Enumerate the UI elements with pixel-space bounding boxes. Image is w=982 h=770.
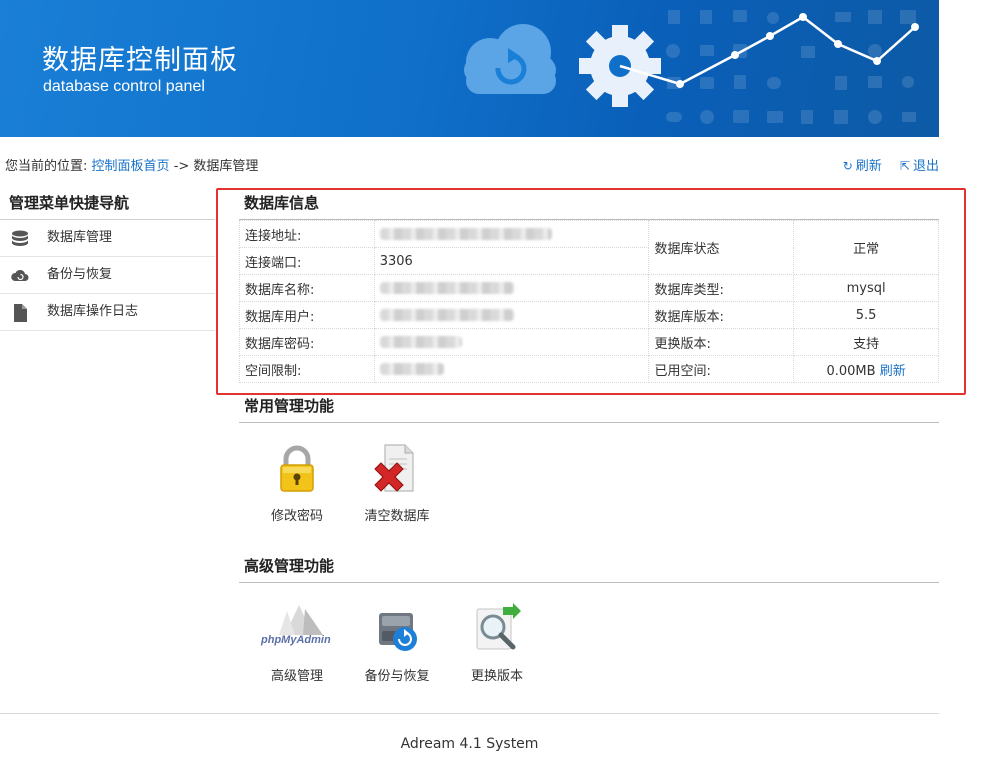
change-version-value: 支持 <box>793 328 939 356</box>
breadcrumb-home-link[interactable]: 控制面板首页 <box>92 159 170 174</box>
page-subtitle: database control panel <box>43 78 205 95</box>
database-icon <box>12 230 28 246</box>
used-space-cell: 0.00MB 刷新 <box>793 355 939 383</box>
sidebar-item-label: 备份与恢复 <box>47 267 113 282</box>
used-space-value: 0.00MB <box>826 363 876 379</box>
status-value: 正常 <box>793 220 939 275</box>
tool-label: 备份与恢复 <box>364 669 430 684</box>
logout-label: 退出 <box>912 159 939 174</box>
user-label: 数据库用户: <box>239 301 375 329</box>
logout-button[interactable]: ⇱ 退出 <box>900 159 939 174</box>
type-label: 数据库类型: <box>648 274 795 302</box>
phpmyadmin-logo-text: phpMyAdmin <box>260 634 331 646</box>
backup-restore-button[interactable]: 备份与恢复 <box>347 597 447 711</box>
redacted-bar <box>379 309 514 321</box>
phpmyadmin-button[interactable]: phpMyAdmin 高级管理 <box>247 597 347 711</box>
redacted-bar <box>379 336 462 348</box>
table-row: 数据库名称: 数据库类型: mysql <box>239 274 939 302</box>
banner-icon-grid <box>666 10 916 124</box>
sidebar: 管理菜单快捷导航 数据库管理 备份与恢复 数据库操作日志 <box>0 188 215 331</box>
sidebar-item-label: 数据库管理 <box>47 230 113 245</box>
table-row: 数据库密码: 更换版本: 支持 <box>239 328 939 356</box>
change-password-button[interactable]: 修改密码 <box>247 437 347 551</box>
cloud-sync-icon <box>464 24 556 94</box>
address-value-redacted <box>373 220 650 248</box>
port-value: 3306 <box>373 247 650 275</box>
footer-text: Adream 4.1 System <box>400 736 539 752</box>
change-version-button[interactable]: 更换版本 <box>447 597 547 711</box>
change-version-label: 更换版本: <box>648 328 795 356</box>
address-label: 连接地址: <box>239 220 375 248</box>
sidebar-item-database-management[interactable]: 数据库管理 <box>0 220 215 257</box>
used-space-label: 已用空间: <box>648 355 795 383</box>
clear-database-icon <box>374 444 414 492</box>
table-row: 数据库用户: 数据库版本: 5.5 <box>239 301 939 329</box>
redacted-bar <box>379 363 444 375</box>
db-info-title: 数据库信息 <box>239 188 939 220</box>
padlock-icon <box>280 445 314 492</box>
password-value-redacted <box>373 328 650 356</box>
phpmyadmin-icon: phpMyAdmin <box>260 605 331 646</box>
name-label: 数据库名称: <box>239 274 375 302</box>
used-space-refresh-link[interactable]: 刷新 <box>880 364 906 379</box>
type-value: mysql <box>793 274 939 302</box>
sidebar-item-backup-restore[interactable]: 备份与恢复 <box>0 257 215 294</box>
version-label: 数据库版本: <box>648 301 795 329</box>
logout-icon: ⇱ <box>899 159 910 173</box>
breadcrumb-separator: -> <box>173 159 190 174</box>
refresh-button[interactable]: ↻ 刷新 <box>843 159 882 174</box>
table-row: 连接地址: 数据库状态 正常 <box>239 220 939 275</box>
tool-label: 高级管理 <box>270 669 323 684</box>
name-value-redacted <box>373 274 650 302</box>
db-info-table: 连接地址: 数据库状态 正常 连接端口: 3306 数据库名称: 数据库类型: … <box>239 220 939 383</box>
common-functions-title: 常用管理功能 <box>239 391 939 423</box>
refresh-label: 刷新 <box>855 159 882 174</box>
common-functions-list: 修改密码 清空数据库 <box>239 423 939 551</box>
password-label: 数据库密码: <box>239 328 375 356</box>
clear-database-button[interactable]: 清空数据库 <box>347 437 447 551</box>
space-limit-label: 空间限制: <box>239 355 375 383</box>
sidebar-title: 管理菜单快捷导航 <box>0 188 215 220</box>
tool-label: 修改密码 <box>270 509 323 524</box>
cloud-icon <box>11 269 29 281</box>
header-banner: 数据库控制面板 database control panel <box>0 0 939 137</box>
refresh-icon: ↻ <box>842 159 853 173</box>
breadcrumb-current: 数据库管理 <box>193 159 259 174</box>
sidebar-item-label: 数据库操作日志 <box>47 304 139 319</box>
user-value-redacted <box>373 301 650 329</box>
tool-label: 清空数据库 <box>364 509 430 524</box>
tool-label: 更换版本 <box>470 669 523 684</box>
sidebar-item-operation-log[interactable]: 数据库操作日志 <box>0 294 215 331</box>
backup-drive-icon <box>379 613 417 651</box>
advanced-functions-title: 高级管理功能 <box>239 551 939 583</box>
status-label: 数据库状态 <box>648 220 795 275</box>
port-label: 连接端口: <box>239 247 375 275</box>
breadcrumb-prefix: 您当前的位置: <box>5 159 88 174</box>
version-value: 5.5 <box>793 301 939 329</box>
table-row: 空间限制: 已用空间: 0.00MB 刷新 <box>239 355 939 383</box>
redacted-bar <box>379 228 552 240</box>
advanced-functions-list: phpMyAdmin 高级管理 备份与恢复 更换版本 <box>239 583 939 711</box>
space-limit-value-redacted <box>373 355 650 383</box>
breadcrumb: 您当前的位置: 控制面板首页 -> 数据库管理 <box>5 155 258 174</box>
top-actions: ↻ 刷新 ⇱ 退出 <box>829 155 939 174</box>
main-content: 数据库信息 连接地址: 数据库状态 正常 连接端口: 3306 数据库名称: 数… <box>239 188 939 711</box>
footer-divider <box>0 713 939 714</box>
magnifier-icon <box>476 603 521 650</box>
document-icon <box>14 304 27 322</box>
page-title: 数据库控制面板 <box>42 45 238 76</box>
redacted-bar <box>379 282 514 294</box>
